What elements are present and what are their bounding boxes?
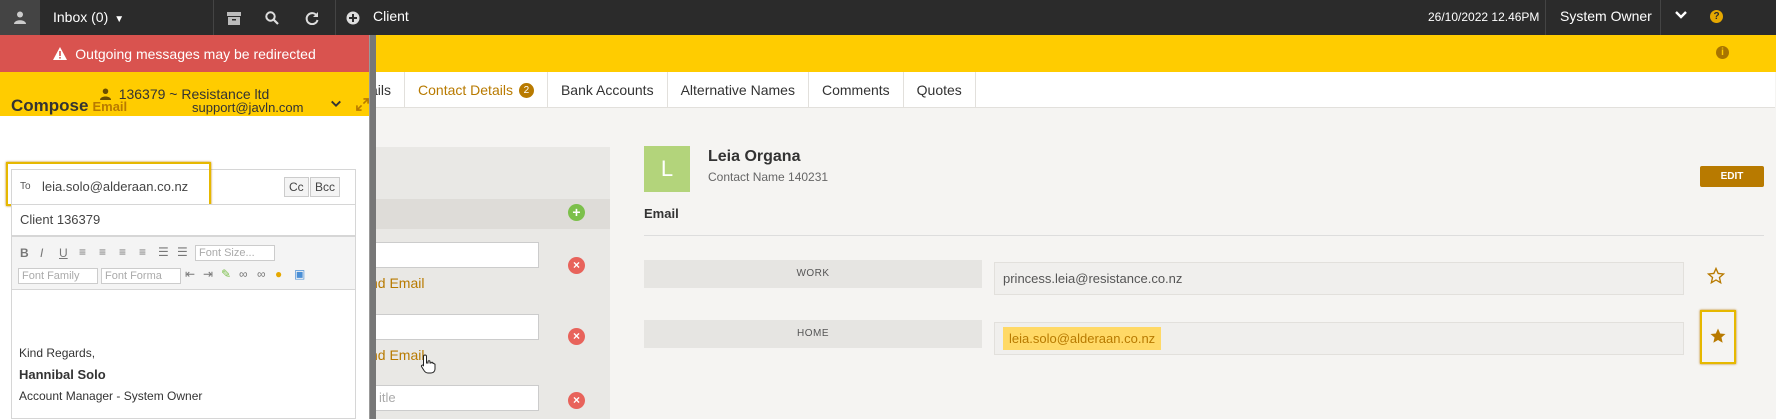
- warning-icon: [53, 47, 68, 60]
- refresh-icon[interactable]: [303, 9, 321, 27]
- star-outline-icon[interactable]: [1706, 266, 1726, 290]
- tab-label: Quotes: [916, 82, 962, 98]
- email-value: leia.solo@alderaan.co.nz: [994, 322, 1684, 355]
- email-body-editor[interactable]: Kind Regards, Hannibal Solo Account Mana…: [11, 290, 356, 419]
- tab-label: Comments: [821, 82, 890, 98]
- subject-value[interactable]: Client 136379: [20, 212, 100, 227]
- link-icon[interactable]: ∞: [239, 267, 248, 281]
- caret-down-icon: ▼: [114, 14, 125, 25]
- tab-label: Alternative Names: [680, 82, 795, 98]
- email-type-label: HOME: [644, 320, 982, 348]
- edit-source-icon[interactable]: ✎: [221, 267, 231, 281]
- warning-text: Outgoing messages may be redirected: [75, 45, 316, 62]
- top-bar: Inbox (0) ▼ Client 26/10/2022 12.46PM Sys…: [0, 0, 1776, 35]
- warning-banner: Outgoing messages may be redirected: [0, 35, 369, 72]
- subject-field[interactable]: Client 136379: [11, 204, 356, 236]
- image-icon[interactable]: ▣: [294, 267, 305, 281]
- font-family-select[interactable]: Font Family: [18, 268, 98, 284]
- align-center-icon[interactable]: ≡: [99, 245, 106, 259]
- tab-label: Contact Details: [418, 82, 513, 98]
- compose-title-text: Compose: [11, 96, 89, 115]
- avatar: L: [644, 146, 690, 192]
- divider: [213, 0, 214, 35]
- remove-icon[interactable]: ×: [568, 328, 585, 345]
- outdent-icon[interactable]: ⇤: [185, 267, 195, 281]
- send-email-link[interactable]: nd Email: [370, 275, 424, 291]
- from-address[interactable]: support@javln.com: [192, 100, 303, 115]
- email-address[interactable]: leia.solo@alderaan.co.nz: [1003, 327, 1162, 350]
- tab-contact-details[interactable]: Contact Details 2: [405, 72, 548, 108]
- add-circle-icon[interactable]: [344, 9, 362, 27]
- email-type-label: WORK: [644, 260, 982, 288]
- divider: [1660, 0, 1661, 35]
- contact-subtitle: Contact Name 140231: [708, 170, 829, 184]
- expand-icon[interactable]: [356, 98, 369, 114]
- count-badge: 2: [518, 82, 534, 98]
- indent-icon[interactable]: ⇥: [203, 267, 213, 281]
- divider: [335, 0, 336, 35]
- contact-name: Leia Organa: [708, 148, 801, 165]
- email-address[interactable]: princess.leia@resistance.co.nz: [1003, 271, 1182, 286]
- bcc-button[interactable]: Bcc: [310, 177, 341, 197]
- search-icon[interactable]: [263, 9, 281, 27]
- bullet-list-icon[interactable]: ☰: [177, 245, 188, 259]
- signature-title: Account Manager - System Owner: [19, 389, 203, 403]
- contact-input[interactable]: [370, 242, 539, 268]
- send-email-link[interactable]: nd Email: [370, 347, 424, 363]
- compose-title-sub: Email: [92, 99, 128, 114]
- signature-name: Hannibal Solo: [19, 367, 106, 382]
- editor-toolbar: B I U ≡ ≡ ≡ ≡ ☰ ☰ Font Size... Font Fami…: [11, 236, 356, 290]
- tab-alternative-names[interactable]: Alternative Names: [668, 72, 809, 108]
- chevron-down-icon[interactable]: [330, 98, 342, 113]
- client-tabs: ails Contact Details 2 Bank Accounts Alte…: [370, 72, 1775, 108]
- numbered-list-icon[interactable]: ☰: [158, 245, 169, 259]
- title-input[interactable]: itle: [370, 385, 539, 411]
- unlink-icon[interactable]: ∞: [257, 267, 266, 281]
- datetime: 26/10/2022 12.46PM: [1428, 10, 1540, 24]
- italic-icon[interactable]: I: [40, 246, 43, 260]
- align-right-icon[interactable]: ≡: [119, 245, 126, 259]
- help-icon[interactable]: ?: [1710, 10, 1723, 23]
- tab-quotes[interactable]: Quotes: [904, 72, 976, 108]
- current-user[interactable]: System Owner: [1560, 8, 1652, 24]
- remove-icon[interactable]: ×: [568, 257, 585, 274]
- tab-label: Bank Accounts: [560, 82, 654, 98]
- section-title: Email: [644, 206, 679, 221]
- star-filled-icon[interactable]: [1709, 327, 1727, 348]
- edit-button[interactable]: EDIT: [1700, 166, 1764, 187]
- compose-header: Compose Email support@javln.com: [11, 96, 369, 120]
- divider: [1545, 0, 1546, 35]
- email-value: princess.leia@resistance.co.nz: [994, 262, 1684, 295]
- signature-line: Kind Regards,: [19, 346, 96, 360]
- primary-star-highlight: [1700, 310, 1736, 364]
- user-icon: [14, 11, 26, 24]
- underline-icon[interactable]: U: [59, 246, 68, 260]
- archive-icon[interactable]: [225, 9, 243, 27]
- font-size-select[interactable]: Font Size...: [195, 245, 275, 261]
- tab-comments[interactable]: Comments: [809, 72, 904, 108]
- chevron-down-icon[interactable]: [1674, 8, 1688, 25]
- compose-title: Compose Email: [11, 96, 127, 116]
- tab-bank-accounts[interactable]: Bank Accounts: [548, 72, 668, 108]
- contact-input[interactable]: [370, 314, 539, 340]
- color-palette-icon[interactable]: ●: [275, 267, 282, 281]
- inbox-dropdown[interactable]: Inbox (0) ▼: [53, 9, 124, 25]
- font-format-select[interactable]: Font Forma: [101, 268, 181, 284]
- hand-cursor-icon: [420, 354, 436, 379]
- inbox-label: Inbox (0): [53, 9, 109, 25]
- cc-button[interactable]: Cc: [284, 177, 309, 197]
- info-icon[interactable]: i: [1716, 46, 1729, 59]
- add-icon[interactable]: +: [568, 204, 585, 221]
- divider: [644, 235, 1764, 236]
- user-menu-button[interactable]: [0, 0, 40, 35]
- bold-icon[interactable]: B: [20, 246, 29, 260]
- to-field-highlight: [6, 162, 211, 206]
- justify-icon[interactable]: ≡: [139, 245, 146, 259]
- panel-shadow: [370, 35, 376, 419]
- remove-icon[interactable]: ×: [568, 392, 585, 409]
- client-label[interactable]: Client: [373, 8, 409, 24]
- align-left-icon[interactable]: ≡: [79, 245, 86, 259]
